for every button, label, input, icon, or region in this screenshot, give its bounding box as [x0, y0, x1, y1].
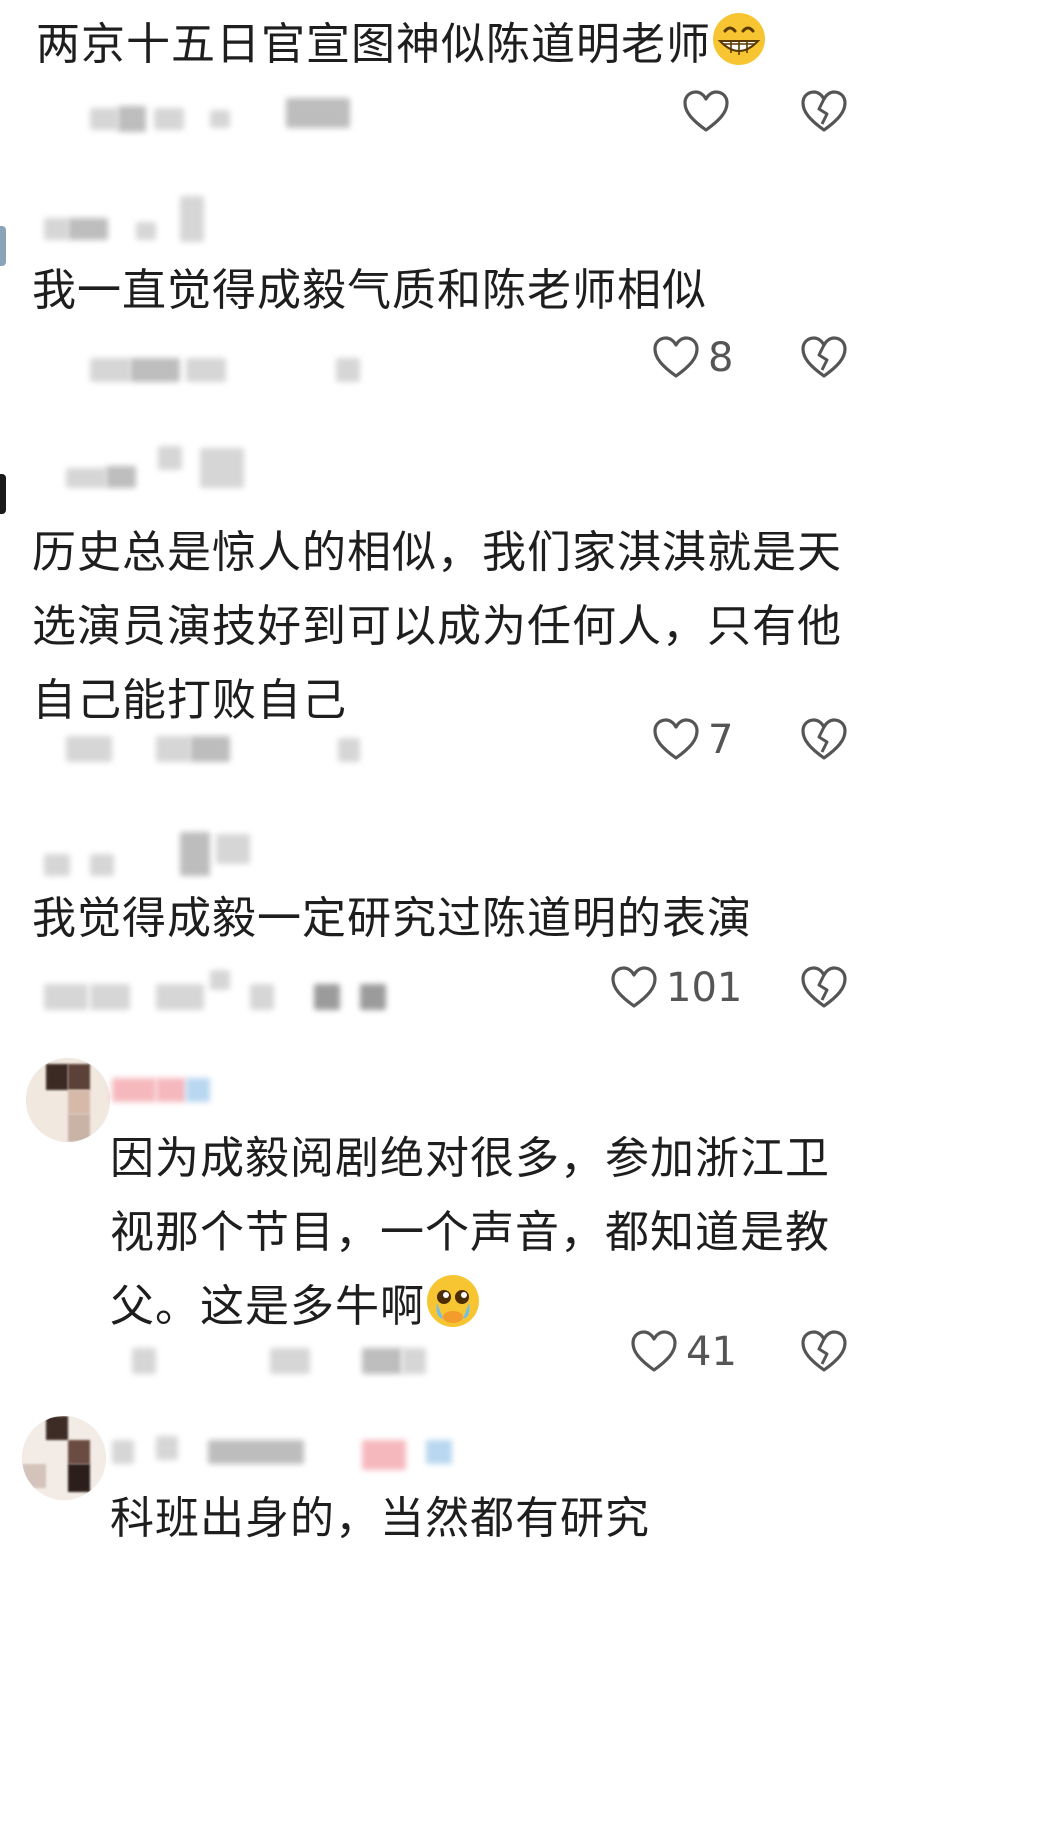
reply: 因为成毅阅剧绝对很多，参加浙江卫 视那个节目，一个声音，都知道是教 父。这是多牛…	[0, 1050, 1064, 1410]
heart-outline-icon	[653, 718, 699, 760]
heart-outline-icon	[631, 1330, 677, 1372]
heart-outline-icon	[653, 336, 699, 378]
like-count: 41	[686, 1329, 737, 1375]
comment-text: 历史总是惊人的相似，我们家淇淇就是天 选演员演技好到可以成为任何人，只有他 自己…	[32, 527, 842, 726]
dislike-button[interactable]	[800, 334, 848, 382]
timestamp-meta	[44, 970, 404, 1010]
comment-text: 两京十五日官宣图神似陈道明老师	[36, 8, 767, 82]
comment-text: 我觉得成毅一定研究过陈道明的表演	[32, 893, 752, 944]
dislike-button[interactable]	[800, 88, 848, 136]
like-button[interactable]: 7	[652, 716, 733, 764]
author-meta	[112, 1074, 232, 1114]
broken-heart-icon	[801, 90, 847, 132]
avatar[interactable]	[26, 1058, 110, 1142]
timestamp-meta	[66, 730, 386, 770]
like-button[interactable]: 8	[652, 334, 733, 382]
timestamp-meta	[90, 350, 390, 390]
dislike-button[interactable]	[800, 1328, 848, 1376]
grinning-face-emoji	[713, 13, 765, 65]
avatar[interactable]	[22, 1416, 106, 1500]
comment-text: 我一直觉得成毅气质和陈老师相似	[32, 265, 707, 316]
broken-heart-icon	[801, 1330, 847, 1372]
author-meta	[90, 98, 390, 138]
comment: 两京十五日官宣图神似陈道明老师	[0, 0, 1064, 180]
like-count: 101	[666, 965, 743, 1011]
dislike-button[interactable]	[800, 716, 848, 764]
comment: 我觉得成毅一定研究过陈道明的表演 101	[0, 820, 1064, 1040]
like-count: 7	[708, 717, 734, 763]
author-meta	[44, 196, 244, 246]
like-button[interactable]: 41	[630, 1328, 737, 1376]
comment: 我一直觉得成毅气质和陈老师相似 8	[0, 190, 1064, 430]
like-count: 8	[708, 335, 734, 381]
comment-text: 科班出身的，当然都有研究	[110, 1493, 650, 1544]
dislike-button[interactable]	[800, 964, 848, 1012]
author-meta	[44, 826, 264, 876]
timestamp-meta	[132, 1340, 452, 1380]
reply: 科班出身的，当然都有研究	[0, 1412, 1064, 1848]
heart-outline-icon	[683, 90, 729, 132]
comment-text: 因为成毅阅剧绝对很多，参加浙江卫 视那个节目，一个声音，都知道是教 父。这是多牛…	[110, 1133, 830, 1332]
pleading-face-emoji	[427, 1275, 479, 1327]
broken-heart-icon	[801, 966, 847, 1008]
author-meta	[112, 1436, 472, 1476]
author-meta	[66, 442, 286, 492]
broken-heart-icon	[801, 718, 847, 760]
like-button[interactable]: 101	[610, 964, 742, 1012]
like-button[interactable]	[682, 88, 738, 136]
heart-outline-icon	[611, 966, 657, 1008]
comment: 历史总是惊人的相似，我们家淇淇就是天 选演员演技好到可以成为任何人，只有他 自己…	[0, 436, 1064, 806]
broken-heart-icon	[801, 336, 847, 378]
